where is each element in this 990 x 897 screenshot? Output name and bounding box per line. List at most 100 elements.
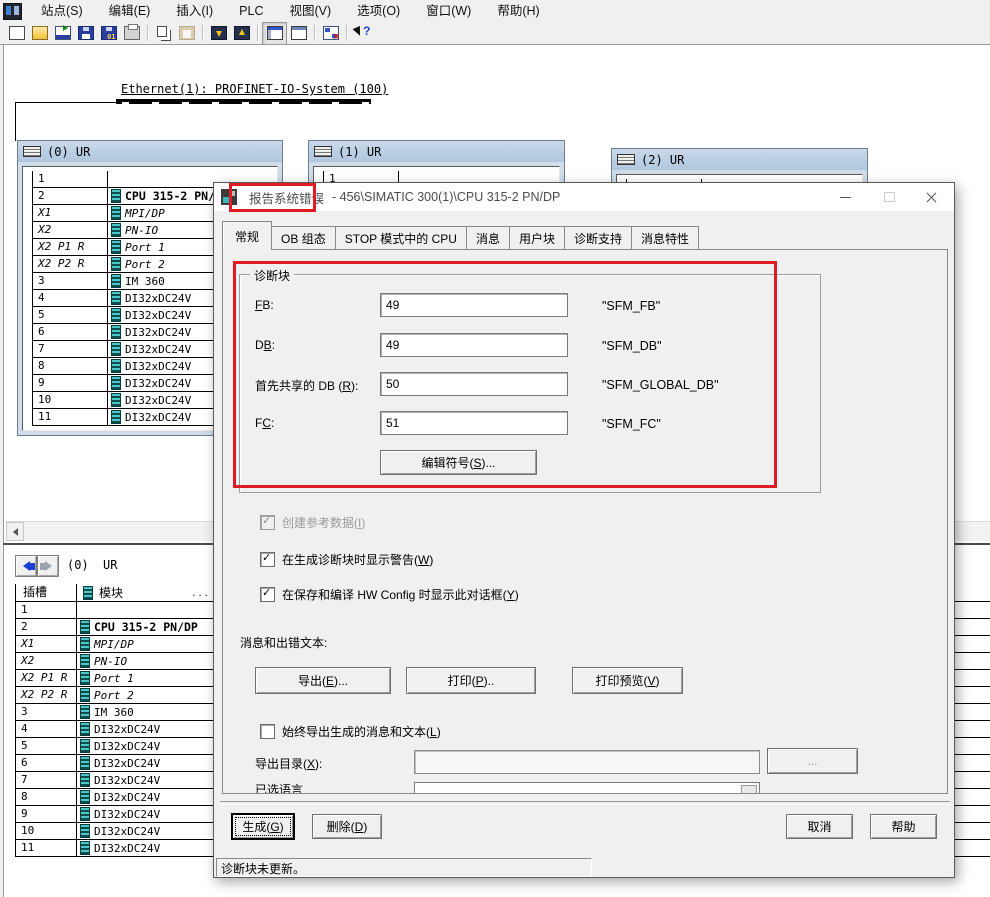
rack-window-2-titlebar[interactable]: (2) UR bbox=[612, 149, 867, 170]
delete-button[interactable]: 删除(D) bbox=[312, 814, 382, 839]
rack-icon bbox=[617, 154, 635, 165]
module-name: PN-IO bbox=[125, 224, 158, 237]
module-icon bbox=[111, 274, 121, 288]
export-button[interactable]: 导出(E)... bbox=[255, 667, 391, 694]
tab-常规[interactable]: 常规 bbox=[222, 221, 272, 250]
slot-cell: 4 bbox=[16, 721, 77, 737]
module-icon bbox=[80, 722, 90, 736]
arrow-left-icon bbox=[18, 561, 30, 571]
copy-icon bbox=[157, 26, 167, 37]
open-icon bbox=[32, 26, 48, 40]
rack-window-1-titlebar[interactable]: (1) UR bbox=[309, 141, 564, 162]
slot-cell: 6 bbox=[33, 324, 108, 340]
module-icon bbox=[80, 739, 90, 753]
tab-诊断支持[interactable]: 诊断支持 bbox=[564, 226, 632, 250]
slot-cell: 11 bbox=[16, 840, 77, 856]
module-icon bbox=[111, 376, 121, 390]
tab-OB 组态[interactable]: OB 组态 bbox=[271, 226, 336, 250]
save-compile-button[interactable] bbox=[97, 23, 120, 44]
rack-window-0-title: (0) UR bbox=[47, 145, 90, 159]
menu-item-帮助(H)[interactable]: 帮助(H) bbox=[484, 0, 552, 22]
toolbar-separator bbox=[257, 25, 258, 41]
edit-symbols-button[interactable]: 编辑符号(S)... bbox=[380, 450, 537, 475]
previous-rack-button[interactable] bbox=[15, 555, 37, 577]
menu-item-视图(V)[interactable]: 视图(V) bbox=[276, 0, 344, 22]
menu-item-插入(I)[interactable]: 插入(I) bbox=[163, 0, 226, 22]
new-icon bbox=[9, 26, 25, 40]
upload-button[interactable] bbox=[230, 23, 253, 44]
print-button[interactable]: 打印(P).. bbox=[406, 667, 536, 694]
network-icon bbox=[323, 26, 339, 40]
module-icon bbox=[111, 410, 121, 424]
shared-db-input[interactable]: 50 bbox=[380, 372, 568, 396]
module-icon bbox=[80, 671, 90, 685]
menu-item-编辑(E)[interactable]: 编辑(E) bbox=[96, 0, 164, 22]
module-name: DI32xDC24V bbox=[94, 757, 160, 770]
network-button[interactable] bbox=[319, 23, 342, 44]
print-button[interactable] bbox=[120, 23, 143, 44]
column-header-slot[interactable]: 插槽 bbox=[16, 584, 77, 601]
shared-db-symbol: "SFM_GLOBAL_DB" bbox=[602, 378, 719, 392]
module-name: DI32xDC24V bbox=[94, 842, 160, 855]
arrow-left-icon bbox=[30, 563, 35, 570]
cancel-button[interactable]: 取消 bbox=[786, 814, 853, 839]
download-button[interactable] bbox=[207, 23, 230, 44]
maximize-button bbox=[868, 183, 910, 211]
save-button[interactable] bbox=[74, 23, 97, 44]
checkbox-icon bbox=[260, 515, 275, 530]
catalog-button[interactable] bbox=[262, 22, 287, 45]
print-preview-button[interactable]: 打印预览(V) bbox=[572, 667, 683, 694]
copy-button[interactable] bbox=[152, 23, 175, 44]
report-system-error-dialog: 报告系统错误 - 456\SIMATIC 300(1)\CPU 315-2 PN… bbox=[213, 182, 955, 878]
context-help-button[interactable] bbox=[351, 23, 374, 44]
new-button[interactable] bbox=[5, 23, 28, 44]
window-button[interactable] bbox=[287, 23, 310, 44]
module-icon bbox=[111, 359, 121, 373]
open-button[interactable] bbox=[28, 23, 51, 44]
module-icon bbox=[111, 223, 121, 237]
rack-window-1-title: (1) UR bbox=[338, 145, 381, 159]
module-name: DI32xDC24V bbox=[125, 343, 191, 356]
open-station-button[interactable] bbox=[51, 23, 74, 44]
tab-消息[interactable]: 消息 bbox=[466, 226, 510, 250]
dialog-status-bar: 诊断块未更新。 bbox=[216, 858, 592, 877]
tab-用户块[interactable]: 用户块 bbox=[509, 226, 565, 250]
menu-bar: 站点(S)编辑(E)插入(I)PLC视图(V)选项(O)窗口(W)帮助(H) bbox=[0, 0, 990, 23]
module-name: IM 360 bbox=[125, 275, 165, 288]
module-name: DI32xDC24V bbox=[125, 326, 191, 339]
generate-button[interactable]: 生成(G) bbox=[232, 814, 294, 839]
dialog-titlebar[interactable]: 报告系统错误 - 456\SIMATIC 300(1)\CPU 315-2 PN… bbox=[214, 183, 954, 211]
app-icon bbox=[3, 3, 22, 20]
toolbar-separator bbox=[346, 25, 347, 41]
create-reference-data-checkbox: 创建参考数据(I) bbox=[260, 514, 365, 531]
rack-window-0-titlebar[interactable]: (0) UR bbox=[18, 141, 282, 162]
help-button[interactable]: 帮助 bbox=[870, 814, 937, 839]
print-icon bbox=[124, 26, 140, 40]
menu-item-窗口(W)[interactable]: 窗口(W) bbox=[413, 0, 484, 22]
fc-input[interactable]: 51 bbox=[380, 411, 568, 435]
fc-label: FC: bbox=[255, 416, 274, 430]
dialog-tabs: 常规OB 组态STOP 模式中的 CPU消息用户块诊断支持消息特性 bbox=[222, 221, 698, 250]
minimize-button[interactable] bbox=[824, 183, 866, 211]
dialog-title-highlight: 报告系统错误 bbox=[243, 188, 330, 207]
tab-消息特性[interactable]: 消息特性 bbox=[631, 226, 699, 250]
module-name: DI32xDC24V bbox=[125, 394, 191, 407]
close-button[interactable] bbox=[910, 183, 952, 211]
column-header-module[interactable]: 模块 bbox=[77, 584, 123, 601]
paste-icon bbox=[179, 26, 195, 40]
show-dialog-on-save-checkbox[interactable]: 在保存和编译 HW Config 时显示此对话框(Y) bbox=[260, 586, 519, 603]
scroll-left-button[interactable] bbox=[6, 522, 24, 541]
rack-window-2-title: (2) UR bbox=[641, 153, 684, 167]
module-icon bbox=[80, 756, 90, 770]
show-warnings-checkbox[interactable]: 在生成诊断块时显示警告(W) bbox=[260, 551, 433, 568]
tab-STOP 模式中的 CPU[interactable]: STOP 模式中的 CPU bbox=[335, 226, 467, 250]
menu-item-站点(S)[interactable]: 站点(S) bbox=[28, 0, 96, 22]
slot-cell: X2 P2 R bbox=[16, 687, 77, 703]
always-export-checkbox[interactable]: 始终导出生成的消息和文本(L) bbox=[260, 723, 441, 740]
fb-input[interactable]: 49 bbox=[380, 293, 568, 317]
module-name: PN-IO bbox=[94, 655, 127, 668]
db-input[interactable]: 49 bbox=[380, 333, 568, 357]
menu-item-PLC[interactable]: PLC bbox=[226, 0, 276, 22]
checkbox-icon bbox=[260, 552, 275, 567]
menu-item-选项(O)[interactable]: 选项(O) bbox=[344, 0, 413, 22]
